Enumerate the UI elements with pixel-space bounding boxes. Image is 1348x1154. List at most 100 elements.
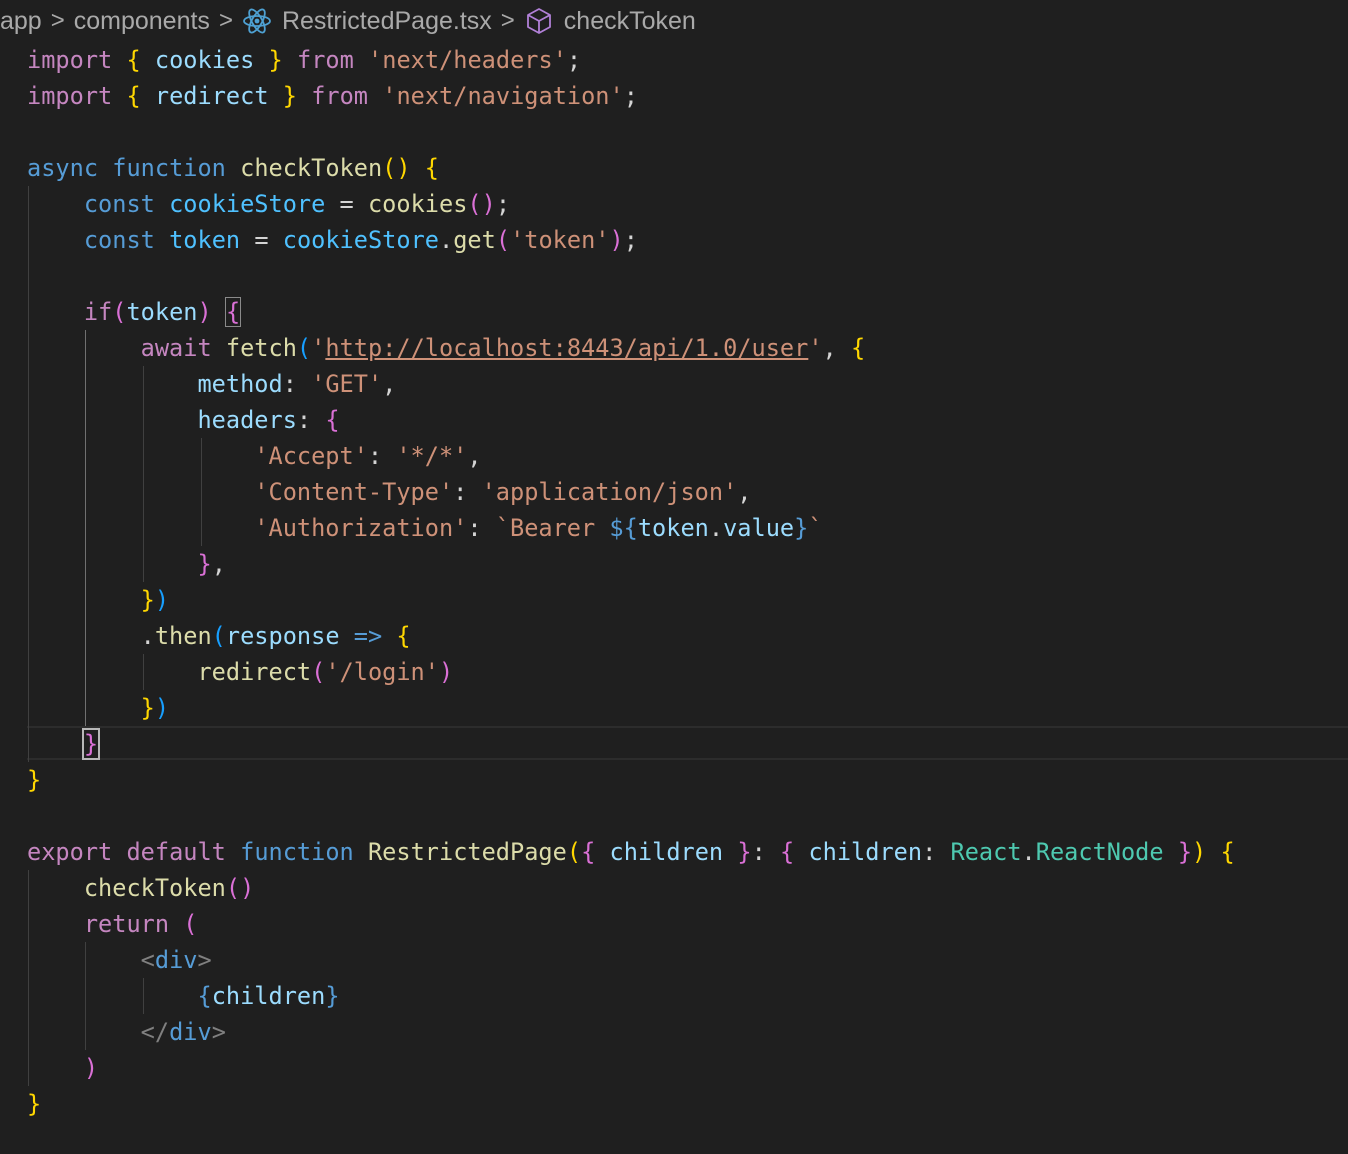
code-line[interactable]: return ( [27, 906, 1235, 942]
code-line[interactable]: method: 'GET', [27, 366, 1235, 402]
code-token: : [751, 838, 780, 866]
code-line[interactable]: async function checkToken() { [27, 150, 1235, 186]
code-token: ) [154, 586, 170, 614]
code-line[interactable]: }, [27, 546, 1235, 582]
code-line[interactable]: const token = cookieStore.get('token'); [27, 222, 1235, 258]
code-token: ReactNode [1035, 838, 1164, 866]
code-token: 'token' [510, 226, 610, 254]
code-token: http://localhost:8443/api/1.0/user [325, 334, 809, 362]
code-line[interactable]: } [27, 726, 1235, 762]
code-token: ) [154, 694, 170, 722]
code-line[interactable] [27, 258, 1235, 294]
code-token: `Bearer [495, 514, 610, 542]
code-line[interactable]: await fetch('http://localhost:8443/api/1… [27, 330, 1235, 366]
code-line[interactable]: <div> [27, 942, 1235, 978]
code-token: if [83, 298, 113, 326]
code-token: ) [438, 658, 454, 686]
symbol-method-icon [526, 8, 551, 34]
code-token: cookieStore [169, 190, 326, 218]
code-line[interactable]: .then(response => { [27, 618, 1235, 654]
code-line[interactable]: {children} [27, 978, 1235, 1014]
code-token: . [439, 226, 454, 254]
breadcrumb-item-components[interactable]: components [74, 7, 210, 36]
code-token: checkToken [240, 154, 383, 182]
code-token: . [708, 514, 724, 542]
code-token: : [453, 478, 482, 506]
code-token: { [581, 838, 596, 866]
code-token: from [296, 46, 354, 74]
code-token: get [453, 226, 496, 254]
code-token: await [140, 334, 212, 362]
code-line[interactable]: } [27, 1086, 1235, 1122]
code-token: { [780, 838, 795, 866]
code-line[interactable]: 'Accept': '*/*', [27, 438, 1235, 474]
code-token: headers [197, 406, 297, 434]
code-token: from [311, 82, 369, 110]
code-token: } [282, 82, 297, 110]
code-token: return [83, 910, 170, 938]
code-token: 'Authorization' [254, 514, 468, 542]
code-line[interactable]: ) [27, 1050, 1235, 1086]
code-token: ` [808, 514, 823, 542]
code-line[interactable]: 'Authorization': `Bearer ${token.value}` [27, 510, 1235, 546]
breadcrumb-separator: > [218, 7, 233, 34]
code-token: ( [296, 334, 312, 362]
code-line[interactable]: redirect('/login') [27, 654, 1235, 690]
code-line[interactable]: } [27, 762, 1235, 798]
code-line[interactable]: if(token) { [27, 294, 1235, 330]
code-token: = [240, 226, 283, 254]
code-token: const [83, 190, 155, 218]
code-line[interactable]: const cookieStore = cookies(); [27, 186, 1235, 222]
breadcrumb-separator: > [50, 7, 65, 34]
code-token: checkToken [83, 874, 226, 902]
code-line[interactable]: checkToken() [27, 870, 1235, 906]
code-token: { [126, 46, 141, 74]
code-token: () [382, 154, 411, 182]
code-token: function [240, 838, 354, 866]
code-line[interactable]: import { redirect } from 'next/navigatio… [27, 78, 1235, 114]
code-line[interactable]: import { cookies } from 'next/headers'; [27, 42, 1235, 78]
code-token: } [27, 1090, 42, 1118]
code-token: function [112, 154, 226, 182]
code-token: , [467, 442, 482, 470]
code-token: ; [495, 190, 511, 218]
code-line[interactable]: export default function RestrictedPage({… [27, 834, 1235, 870]
code-line[interactable] [27, 114, 1235, 150]
code-token: } [81, 728, 101, 760]
breadcrumb-item-app[interactable]: app [0, 7, 42, 36]
code-token: ( [566, 838, 582, 866]
code-area[interactable]: import { cookies } from 'next/headers'; i… [27, 42, 1235, 1122]
code-token: ) [83, 1054, 99, 1082]
code-token: => [353, 622, 383, 650]
code-token: } [140, 694, 155, 722]
code-line[interactable]: }) [27, 690, 1235, 726]
code-line[interactable]: 'Content-Type': 'application/json', [27, 474, 1235, 510]
code-line[interactable]: </div> [27, 1014, 1235, 1050]
code-token: 'GET' [311, 370, 383, 398]
breadcrumb-item-file[interactable]: RestrictedPage.tsx [282, 7, 492, 36]
code-token: children [808, 838, 923, 866]
code-line[interactable] [27, 798, 1235, 834]
code-token: { [325, 406, 340, 434]
code-token: const [83, 226, 155, 254]
code-token: } [197, 550, 212, 578]
code-token: cookieStore [282, 226, 439, 254]
code-token: import [27, 46, 113, 74]
code-editor[interactable]: app > components > RestrictedPage.tsx > … [0, 0, 1348, 1154]
breadcrumb-item-symbol[interactable]: checkToken [564, 7, 696, 36]
code-line[interactable]: }) [27, 582, 1235, 618]
code-line[interactable]: headers: { [27, 402, 1235, 438]
